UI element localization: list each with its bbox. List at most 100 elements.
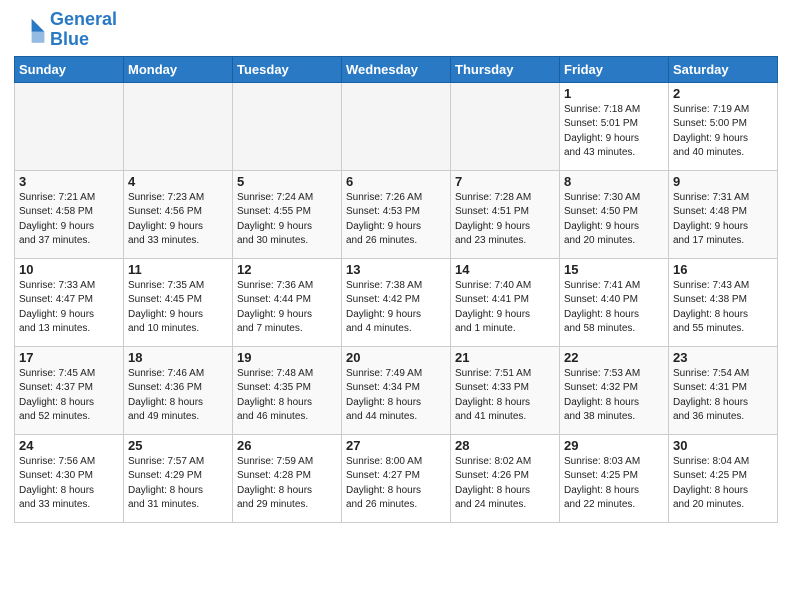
day-number: 10 xyxy=(19,262,119,277)
day-number: 4 xyxy=(128,174,228,189)
day-cell: 22 Sunrise: 7:53 AM Sunset: 4:32 PM Dayli… xyxy=(560,346,669,434)
day-cell: 2 Sunrise: 7:19 AM Sunset: 5:00 PM Daylig… xyxy=(669,82,778,170)
day-info: Sunrise: 7:31 AM Sunset: 4:48 PM Dayligh… xyxy=(673,191,773,249)
day-number: 14 xyxy=(455,262,555,277)
day-cell: 4 Sunrise: 7:23 AM Sunset: 4:56 PM Daylig… xyxy=(124,170,233,258)
day-number: 6 xyxy=(346,174,446,189)
day-number: 9 xyxy=(673,174,773,189)
day-info: Sunrise: 8:02 AM Sunset: 4:26 PM Dayligh… xyxy=(455,455,555,513)
day-info: Sunrise: 7:48 AM Sunset: 4:35 PM Dayligh… xyxy=(237,367,337,425)
day-cell: 6 Sunrise: 7:26 AM Sunset: 4:53 PM Daylig… xyxy=(342,170,451,258)
day-info: Sunrise: 7:51 AM Sunset: 4:33 PM Dayligh… xyxy=(455,367,555,425)
day-info: Sunrise: 7:53 AM Sunset: 4:32 PM Dayligh… xyxy=(564,367,664,425)
day-number: 17 xyxy=(19,350,119,365)
day-info: Sunrise: 7:26 AM Sunset: 4:53 PM Dayligh… xyxy=(346,191,446,249)
day-cell: 10 Sunrise: 7:33 AM Sunset: 4:47 PM Dayli… xyxy=(15,258,124,346)
calendar: SundayMondayTuesdayWednesdayThursdayFrid… xyxy=(14,56,778,523)
day-cell xyxy=(451,82,560,170)
day-cell: 25 Sunrise: 7:57 AM Sunset: 4:29 PM Dayli… xyxy=(124,434,233,522)
day-cell: 29Sunrise: 8:03 AM Sunset: 4:25 PM Dayli… xyxy=(560,434,669,522)
weekday-tuesday: Tuesday xyxy=(233,56,342,82)
day-cell: 8 Sunrise: 7:30 AM Sunset: 4:50 PM Daylig… xyxy=(560,170,669,258)
day-cell: 19 Sunrise: 7:48 AM Sunset: 4:35 PM Dayli… xyxy=(233,346,342,434)
day-cell xyxy=(342,82,451,170)
day-cell: 23Sunrise: 7:54 AM Sunset: 4:31 PM Dayli… xyxy=(669,346,778,434)
day-info: Sunrise: 7:28 AM Sunset: 4:51 PM Dayligh… xyxy=(455,191,555,249)
day-cell: 18Sunrise: 7:46 AM Sunset: 4:36 PM Dayli… xyxy=(124,346,233,434)
day-number: 21 xyxy=(455,350,555,365)
week-row-3: 17Sunrise: 7:45 AM Sunset: 4:37 PM Dayli… xyxy=(15,346,778,434)
weekday-wednesday: Wednesday xyxy=(342,56,451,82)
day-cell: 13Sunrise: 7:38 AM Sunset: 4:42 PM Dayli… xyxy=(342,258,451,346)
day-info: Sunrise: 7:21 AM Sunset: 4:58 PM Dayligh… xyxy=(19,191,119,249)
day-cell: 1 Sunrise: 7:18 AM Sunset: 5:01 PM Daylig… xyxy=(560,82,669,170)
day-number: 22 xyxy=(564,350,664,365)
day-info: Sunrise: 7:18 AM Sunset: 5:01 PM Dayligh… xyxy=(564,103,664,161)
day-info: Sunrise: 7:41 AM Sunset: 4:40 PM Dayligh… xyxy=(564,279,664,337)
week-row-4: 24Sunrise: 7:56 AM Sunset: 4:30 PM Dayli… xyxy=(15,434,778,522)
day-info: Sunrise: 7:36 AM Sunset: 4:44 PM Dayligh… xyxy=(237,279,337,337)
day-number: 1 xyxy=(564,86,664,101)
day-number: 25 xyxy=(128,438,228,453)
day-number: 26 xyxy=(237,438,337,453)
day-info: Sunrise: 7:30 AM Sunset: 4:50 PM Dayligh… xyxy=(564,191,664,249)
weekday-thursday: Thursday xyxy=(451,56,560,82)
day-cell: 14Sunrise: 7:40 AM Sunset: 4:41 PM Dayli… xyxy=(451,258,560,346)
day-number: 30 xyxy=(673,438,773,453)
day-info: Sunrise: 7:19 AM Sunset: 5:00 PM Dayligh… xyxy=(673,103,773,161)
day-number: 3 xyxy=(19,174,119,189)
day-info: Sunrise: 8:04 AM Sunset: 4:25 PM Dayligh… xyxy=(673,455,773,513)
day-cell: 27 Sunrise: 8:00 AM Sunset: 4:27 PM Dayli… xyxy=(342,434,451,522)
day-info: Sunrise: 7:54 AM Sunset: 4:31 PM Dayligh… xyxy=(673,367,773,425)
day-info: Sunrise: 8:00 AM Sunset: 4:27 PM Dayligh… xyxy=(346,455,446,513)
header: General Blue xyxy=(14,10,778,50)
week-row-0: 1 Sunrise: 7:18 AM Sunset: 5:01 PM Daylig… xyxy=(15,82,778,170)
logo: General Blue xyxy=(14,10,117,50)
day-cell: 5Sunrise: 7:24 AM Sunset: 4:55 PM Daylig… xyxy=(233,170,342,258)
day-cell: 20 Sunrise: 7:49 AM Sunset: 4:34 PM Dayli… xyxy=(342,346,451,434)
logo-icon xyxy=(14,14,46,46)
day-cell: 28 Sunrise: 8:02 AM Sunset: 4:26 PM Dayli… xyxy=(451,434,560,522)
logo-text: General Blue xyxy=(50,10,117,50)
day-number: 20 xyxy=(346,350,446,365)
day-cell: 16 Sunrise: 7:43 AM Sunset: 4:38 PM Dayli… xyxy=(669,258,778,346)
day-cell: 26 Sunrise: 7:59 AM Sunset: 4:28 PM Dayli… xyxy=(233,434,342,522)
day-info: Sunrise: 7:38 AM Sunset: 4:42 PM Dayligh… xyxy=(346,279,446,337)
weekday-friday: Friday xyxy=(560,56,669,82)
weekday-sunday: Sunday xyxy=(15,56,124,82)
day-info: Sunrise: 7:57 AM Sunset: 4:29 PM Dayligh… xyxy=(128,455,228,513)
day-info: Sunrise: 7:59 AM Sunset: 4:28 PM Dayligh… xyxy=(237,455,337,513)
page: General Blue SundayMondayTuesdayWednesda… xyxy=(0,0,792,537)
weekday-header-row: SundayMondayTuesdayWednesdayThursdayFrid… xyxy=(15,56,778,82)
day-cell xyxy=(124,82,233,170)
weekday-saturday: Saturday xyxy=(669,56,778,82)
day-info: Sunrise: 7:43 AM Sunset: 4:38 PM Dayligh… xyxy=(673,279,773,337)
day-info: Sunrise: 7:23 AM Sunset: 4:56 PM Dayligh… xyxy=(128,191,228,249)
day-cell: 15 Sunrise: 7:41 AM Sunset: 4:40 PM Dayli… xyxy=(560,258,669,346)
day-cell: 17Sunrise: 7:45 AM Sunset: 4:37 PM Dayli… xyxy=(15,346,124,434)
day-cell: 7 Sunrise: 7:28 AM Sunset: 4:51 PM Daylig… xyxy=(451,170,560,258)
day-cell: 21 Sunrise: 7:51 AM Sunset: 4:33 PM Dayli… xyxy=(451,346,560,434)
day-cell: 30 Sunrise: 8:04 AM Sunset: 4:25 PM Dayli… xyxy=(669,434,778,522)
weekday-monday: Monday xyxy=(124,56,233,82)
day-number: 28 xyxy=(455,438,555,453)
week-row-2: 10 Sunrise: 7:33 AM Sunset: 4:47 PM Dayli… xyxy=(15,258,778,346)
day-number: 7 xyxy=(455,174,555,189)
day-info: Sunrise: 7:24 AM Sunset: 4:55 PM Dayligh… xyxy=(237,191,337,249)
day-number: 18 xyxy=(128,350,228,365)
day-number: 15 xyxy=(564,262,664,277)
day-cell: 12 Sunrise: 7:36 AM Sunset: 4:44 PM Dayli… xyxy=(233,258,342,346)
day-number: 12 xyxy=(237,262,337,277)
day-number: 11 xyxy=(128,262,228,277)
day-cell: 11Sunrise: 7:35 AM Sunset: 4:45 PM Dayli… xyxy=(124,258,233,346)
day-info: Sunrise: 7:49 AM Sunset: 4:34 PM Dayligh… xyxy=(346,367,446,425)
week-row-1: 3 Sunrise: 7:21 AM Sunset: 4:58 PM Daylig… xyxy=(15,170,778,258)
day-info: Sunrise: 7:33 AM Sunset: 4:47 PM Dayligh… xyxy=(19,279,119,337)
day-info: Sunrise: 7:56 AM Sunset: 4:30 PM Dayligh… xyxy=(19,455,119,513)
day-number: 27 xyxy=(346,438,446,453)
day-number: 8 xyxy=(564,174,664,189)
day-number: 19 xyxy=(237,350,337,365)
day-cell: 3 Sunrise: 7:21 AM Sunset: 4:58 PM Daylig… xyxy=(15,170,124,258)
day-number: 16 xyxy=(673,262,773,277)
day-number: 2 xyxy=(673,86,773,101)
